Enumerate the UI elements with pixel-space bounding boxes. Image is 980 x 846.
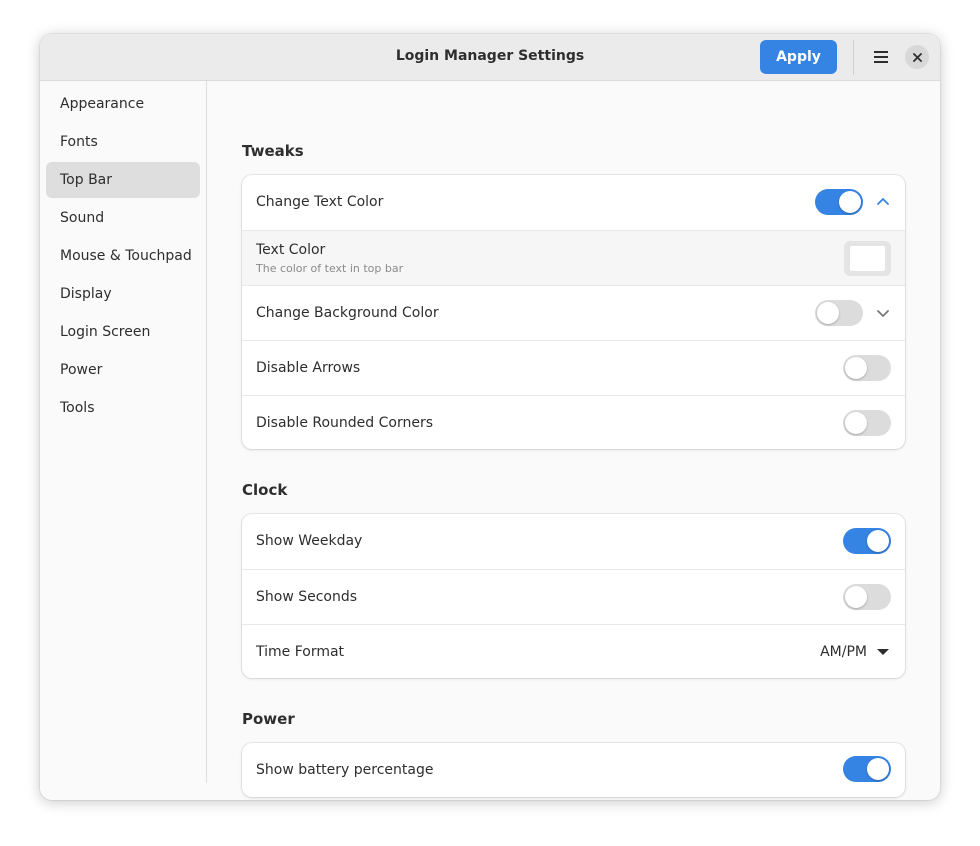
color-swatch-fill [850, 246, 885, 271]
row-label: Change Background Color [256, 305, 439, 321]
row-subtitle: The color of text in top bar [256, 262, 404, 275]
change-text-color-row[interactable]: Change Text Color [242, 175, 905, 230]
row-label: Time Format [256, 644, 345, 660]
hamburger-menu-icon [874, 51, 888, 63]
disable-rounded-corners-row: Disable Rounded Corners [242, 395, 905, 449]
sidebar-item-mouse-touchpad[interactable]: Mouse & Touchpad [46, 238, 200, 274]
sidebar-item-power[interactable]: Power [46, 352, 200, 388]
disable-arrows-switch[interactable] [843, 355, 891, 381]
section-title-tweaks: Tweaks [242, 142, 304, 160]
header-separator [853, 40, 854, 75]
show-battery-percentage-switch[interactable] [843, 756, 891, 782]
sidebar: Appearance Fonts Top Bar Sound Mouse & T… [40, 81, 207, 783]
time-format-row: Time Format AM/PM [242, 624, 905, 678]
sidebar-item-top-bar[interactable]: Top Bar [46, 162, 200, 198]
row-label: Change Text Color [256, 194, 384, 210]
sidebar-item-display[interactable]: Display [46, 276, 200, 312]
sidebar-item-sound[interactable]: Sound [46, 200, 200, 236]
settings-window: Login Manager Settings Apply Appearance … [40, 34, 940, 800]
disable-rounded-corners-switch[interactable] [843, 410, 891, 436]
row-label: Show Seconds [256, 589, 358, 605]
change-background-color-row[interactable]: Change Background Color [242, 285, 905, 340]
sidebar-item-appearance[interactable]: Appearance [46, 86, 200, 122]
tweaks-card: Change Text Color Text Color The color o… [242, 175, 905, 449]
power-card: Show battery percentage [242, 743, 905, 797]
time-format-value: AM/PM [820, 644, 867, 660]
close-button[interactable] [905, 45, 929, 69]
row-label: Show Weekday [256, 533, 363, 549]
settings-content: Tweaks Change Text Color Text Color The … [208, 81, 940, 800]
show-seconds-row: Show Seconds [242, 569, 905, 624]
text-color-button[interactable] [844, 241, 891, 276]
header-bar: Login Manager Settings Apply [40, 34, 940, 81]
change-background-color-switch[interactable] [815, 300, 863, 326]
section-title-clock: Clock [242, 481, 288, 499]
chevron-down-icon[interactable] [875, 305, 891, 321]
apply-button[interactable]: Apply [760, 40, 837, 74]
chevron-up-icon[interactable] [875, 194, 891, 210]
sidebar-item-login-screen[interactable]: Login Screen [46, 314, 200, 350]
show-seconds-switch[interactable] [843, 584, 891, 610]
sidebar-item-fonts[interactable]: Fonts [46, 124, 200, 160]
text-color-row: Text Color The color of text in top bar [242, 230, 905, 285]
clock-card: Show Weekday Show Seconds Time Format AM… [242, 514, 905, 678]
change-text-color-switch[interactable] [815, 189, 863, 215]
section-title-power: Power [242, 710, 295, 728]
show-battery-percentage-row: Show battery percentage [242, 743, 905, 797]
show-weekday-row: Show Weekday [242, 514, 905, 569]
row-label: Show battery percentage [256, 762, 434, 778]
show-weekday-switch[interactable] [843, 528, 891, 554]
time-format-dropdown[interactable]: AM/PM [820, 625, 891, 678]
dropdown-arrow-icon [877, 649, 889, 655]
row-label: Disable Arrows [256, 360, 361, 376]
sidebar-item-tools[interactable]: Tools [46, 390, 200, 426]
close-icon [912, 52, 922, 62]
disable-arrows-row: Disable Arrows [242, 340, 905, 395]
row-label: Disable Rounded Corners [256, 415, 434, 431]
main-menu-button[interactable] [864, 40, 898, 74]
